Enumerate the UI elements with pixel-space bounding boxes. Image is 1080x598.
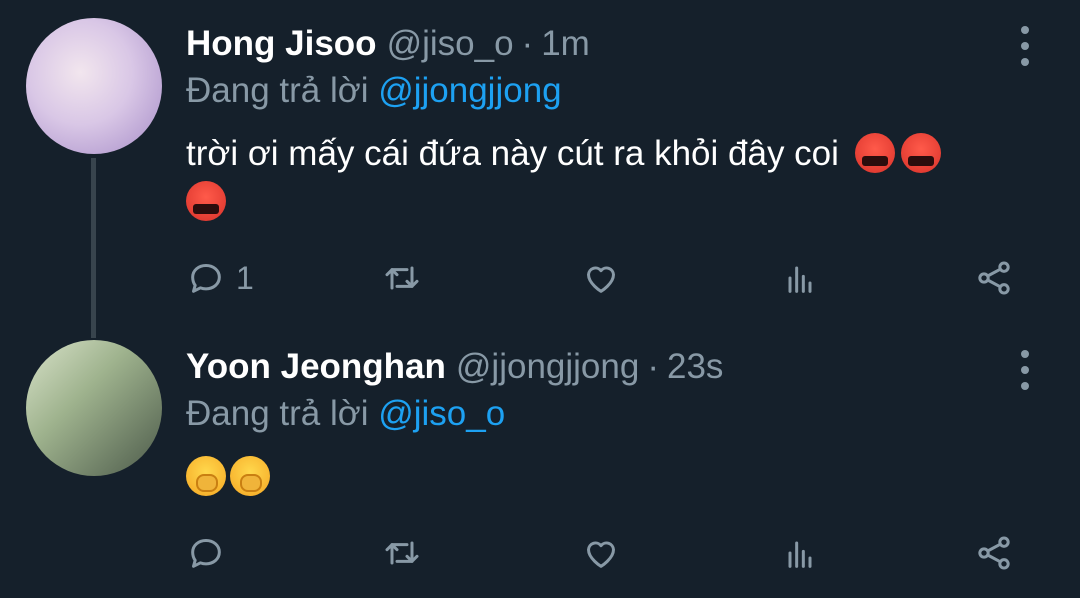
reply-count: 1 (236, 259, 254, 296)
display-name[interactable]: Hong Jisoo (186, 24, 377, 64)
retweet-icon (385, 266, 419, 290)
more-icon[interactable] (1018, 26, 1032, 66)
angry-cursing-face-icon (900, 133, 941, 173)
stats-button[interactable] (780, 528, 820, 578)
tweet[interactable]: Hong Jisoo @jiso_o · 1m Đang trả lời @jj… (0, 0, 1080, 338)
retweet-button[interactable] (382, 528, 422, 578)
thread-connector-line (91, 158, 96, 338)
replying-to-mention[interactable]: @jjongjjong (378, 71, 561, 110)
like-icon (587, 266, 615, 293)
replying-to: Đang trả lời @jjongjjong (186, 71, 562, 111)
giggle-hand-over-mouth-icon (230, 456, 270, 496)
giggle-hand-over-mouth-icon (186, 456, 226, 496)
replying-prefix: Đang trả lời (186, 394, 369, 433)
separator-dot: · (521, 24, 534, 63)
more-icon[interactable] (1018, 350, 1032, 390)
user-handle[interactable]: @jjongjjong (456, 347, 639, 387)
retweet-button[interactable] (382, 253, 422, 303)
tweet-actions: 1 (186, 253, 1026, 303)
reply-button[interactable] (186, 528, 236, 578)
replying-to: Đang trả lời @jiso_o (186, 394, 505, 434)
user-handle[interactable]: @jiso_o (387, 24, 514, 64)
like-button[interactable] (581, 528, 621, 578)
tweet-text: trời ơi mấy cái đứa này cút ra khỏi đây … (186, 131, 1046, 225)
angry-cursing-face-icon (186, 181, 226, 221)
share-button[interactable] (974, 528, 1014, 578)
like-button[interactable] (581, 253, 621, 303)
share-button[interactable] (974, 253, 1014, 303)
reply-icon (191, 264, 221, 293)
share-icon (978, 261, 1010, 295)
stats-icon (788, 541, 812, 568)
replying-prefix: Đang trả lời (186, 71, 369, 110)
retweet-icon (385, 541, 419, 565)
timestamp[interactable]: 23s (667, 347, 723, 387)
replying-to-mention[interactable]: @jiso_o (378, 394, 505, 433)
reply-button[interactable]: 1 (186, 253, 254, 303)
timestamp[interactable]: 1m (541, 24, 590, 64)
tweet-text (186, 454, 1046, 500)
display-name[interactable]: Yoon Jeonghan (186, 347, 446, 387)
tweet-header: Hong Jisoo @jiso_o · 1m (186, 24, 590, 64)
reply-thread: Hong Jisoo @jiso_o · 1m Đang trả lời @jj… (0, 0, 1080, 598)
avatar[interactable] (26, 340, 162, 476)
like-icon (587, 541, 615, 568)
tweet-actions (186, 528, 1026, 578)
share-icon (978, 536, 1010, 570)
stats-icon (788, 266, 812, 293)
separator-dot: · (647, 347, 659, 386)
avatar[interactable] (26, 18, 162, 154)
angry-cursing-face-icon (854, 133, 895, 173)
stats-button[interactable] (780, 253, 820, 303)
tweet-text-content: trời ơi mấy cái đứa này cút ra khỏi đây … (186, 134, 839, 173)
tweet[interactable]: Yoon Jeonghan @jjongjjong · 23s Đang trả… (0, 330, 1080, 598)
tweet-header: Yoon Jeonghan @jjongjjong · 23s (186, 347, 723, 387)
reply-icon (191, 539, 221, 568)
